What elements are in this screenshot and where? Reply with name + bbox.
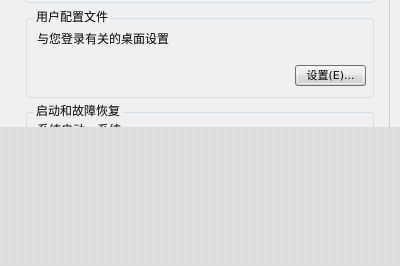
user-profiles-settings-button[interactable]: 设置(E)...: [295, 65, 366, 86]
user-profiles-group-title: 用户配置文件: [33, 10, 112, 24]
user-profiles-description: 与您登录有关的桌面设置: [37, 32, 170, 46]
system-properties-advanced-panel: 用户配置文件 与您登录有关的桌面设置 设置(E)... 启动和故障恢复 系统启动…: [0, 0, 400, 266]
dotted-overlay: [0, 127, 400, 266]
previous-group-border: [26, 0, 375, 3]
startup-recovery-group-title: 启动和故障恢复: [33, 104, 124, 118]
user-profiles-group: [26, 18, 374, 98]
window-right-edge: [389, 0, 400, 127]
user-profiles-settings-button-label: 设置(E)...: [306, 69, 355, 82]
